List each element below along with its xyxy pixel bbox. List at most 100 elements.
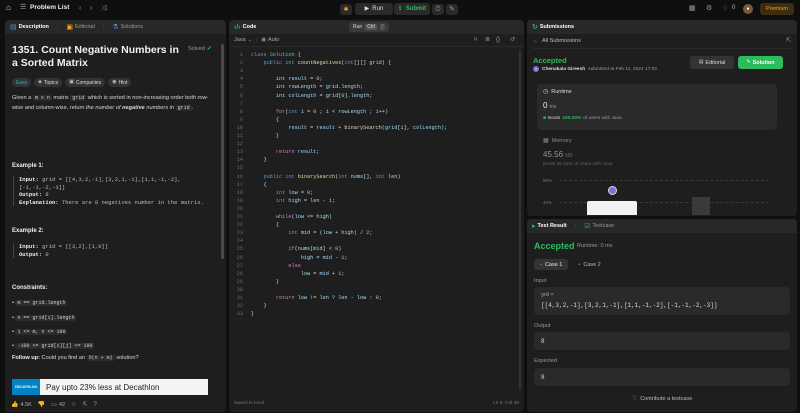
code-line[interactable]: 23 int mid = (low + high) / 2; (229, 229, 517, 237)
all-submissions-link[interactable]: ← All Submissions ⇱ (533, 38, 791, 49)
code-line[interactable]: 16 public int binarySearch(int nums[], i… (229, 173, 517, 181)
code-line[interactable]: 18 int low = 0; (229, 189, 517, 197)
comments-button[interactable]: ▭ 42 (51, 402, 65, 408)
problem-list-icon[interactable]: ☰ (20, 4, 26, 11)
tab-code[interactable]: ‹/› Code (234, 24, 256, 31)
code-panel: ‹/› Code Run Ctrl ' Java ⌄ | ▣ Auto ⌑ ≣ {} … (229, 20, 524, 412)
code-line[interactable]: 11 } (229, 132, 517, 140)
case-1-tab[interactable]: • Case 1 (534, 259, 569, 270)
code-line[interactable]: 14 } (229, 156, 517, 164)
code-line[interactable]: 20 (229, 205, 517, 213)
share-icon[interactable]: ⇱ (82, 402, 87, 408)
code-line[interactable]: 15 (229, 164, 517, 172)
tab-submissions[interactable]: ↻ Submissions (532, 24, 574, 31)
shuffle-icon[interactable]: ⤨ (101, 5, 107, 12)
code-token: ; (316, 108, 326, 115)
help-icon[interactable]: ? (94, 402, 97, 408)
companies-chip[interactable]: ▣ Companies (65, 78, 106, 87)
topics-chip[interactable]: ◈ Topics (34, 78, 63, 87)
like-button[interactable]: 👍 4.5K (11, 402, 32, 408)
auto-mode[interactable]: ▣ Auto (261, 37, 279, 43)
ad-banner[interactable]: DECATHLON Pay upto 23% less at Decathlon (12, 379, 208, 395)
code-line[interactable]: 17 { (229, 181, 517, 189)
code-line[interactable]: 21 while(low <= high) (229, 213, 517, 221)
code-line[interactable]: 29 } (229, 278, 517, 286)
problem-list-link[interactable]: Problem List (30, 4, 69, 11)
editorial-button[interactable]: ▤ Editorial (690, 56, 734, 69)
code-line[interactable]: 31 return low != len ? len - low : 0; (229, 294, 517, 302)
code-line[interactable]: 25 if(nums[mid] < 0) (229, 245, 517, 253)
code-line[interactable]: 12 (229, 140, 517, 148)
code-line[interactable]: 9 { (229, 116, 517, 124)
difficulty-badge[interactable]: Easy (12, 78, 32, 87)
code-line[interactable]: 5 int rowLength = grid.length; (229, 83, 517, 91)
thumbs-down-icon[interactable]: 👎 (38, 402, 45, 408)
code-line[interactable]: 24 (229, 237, 517, 245)
code-line[interactable]: 32 } (229, 302, 517, 310)
code-line[interactable]: 27 else (229, 262, 517, 270)
code-line[interactable]: 3 (229, 67, 517, 75)
code-editor[interactable]: 1 class Solution {2 public int countNegat… (229, 51, 519, 396)
code-line[interactable]: 26 high = mid - 1; (229, 254, 517, 262)
memory-card[interactable]: ▦ Memory 45.56 MB Beats 36.16% of users w… (537, 134, 777, 172)
code-line[interactable]: 22 { (229, 221, 517, 229)
timer-icon[interactable]: ⏱ (432, 4, 444, 15)
code-line[interactable]: 1 class Solution { (229, 51, 517, 59)
code-scrollbar[interactable] (519, 50, 521, 390)
tab-solutions[interactable]: ⚗ Solutions (112, 24, 143, 31)
tab-test-result[interactable]: ▸ Test Result (532, 223, 567, 230)
code-token: int (275, 84, 289, 91)
braces-icon[interactable]: {} (496, 37, 500, 43)
case-2-tab[interactable]: • Case 2 (572, 259, 606, 270)
bookmark-icon[interactable]: ⌑ (474, 37, 477, 43)
reset-icon[interactable]: ↺ (510, 37, 515, 43)
leetcode-logo-icon[interactable]: ⌂ (6, 4, 11, 12)
code-line[interactable]: 2 public int countNegatives(int[][] grid… (229, 59, 517, 67)
constraints-list: • m == grid.length • n == grid[i].length… (12, 300, 95, 357)
tab-description[interactable]: ▤ Description (10, 24, 49, 31)
code-line[interactable]: 33} (229, 310, 517, 318)
chart-bar-highlight[interactable] (587, 201, 637, 215)
settings-icon[interactable]: ⚙ (706, 5, 712, 12)
avatar[interactable]: ● (743, 4, 753, 14)
prev-problem-icon[interactable]: ‹ (79, 5, 81, 12)
edit-icon: ✎ (746, 59, 751, 65)
hint-chip[interactable]: ◉ Hint (108, 78, 132, 87)
submit-button[interactable]: ⇪ Submit (394, 3, 430, 15)
editorial-icon: ▣ (66, 23, 73, 31)
premium-button[interactable]: Premium (760, 3, 794, 15)
tab-testcase[interactable]: ☑ Testcase (584, 223, 614, 230)
description-scrollbar[interactable] (221, 44, 224, 259)
run-button[interactable]: ▶ Run (355, 3, 393, 15)
code-line[interactable]: 7 (229, 100, 517, 108)
runtime-card[interactable]: ◷ Runtime 0 ms ■ Beats 100.00% of users w… (537, 84, 777, 130)
debug-icon[interactable]: ✱ (340, 4, 352, 15)
code-line[interactable]: 4 int result = 0; (229, 75, 517, 83)
code-text: return low != len ? len - low : 0; (251, 294, 382, 302)
code-line[interactable]: 8 for(int i = 0 ; i < rowLength ; i++) (229, 108, 517, 116)
notification-icon[interactable]: ♢ (722, 5, 728, 12)
next-problem-icon[interactable]: › (90, 5, 92, 12)
code-line[interactable]: 6 int colLength = grid[0].length; (229, 92, 517, 100)
format-icon[interactable]: ≣ (485, 37, 490, 43)
solution-button[interactable]: ✎ Solution (738, 56, 783, 69)
external-link-icon[interactable]: ⇱ (786, 38, 791, 44)
code-text: int mid = (low + high) / 2; (251, 229, 372, 237)
layout-icon[interactable]: ▦ (689, 5, 696, 12)
code-line[interactable]: 19 int high = len - 1; (229, 197, 517, 205)
notes-icon[interactable]: ✎ (446, 4, 458, 15)
tab-editorial[interactable]: ▣ Editorial (66, 24, 95, 31)
code-token: grid (384, 124, 398, 131)
star-icon[interactable]: ☆ (71, 402, 76, 408)
code-line[interactable]: 30 (229, 286, 517, 294)
code-line[interactable]: 28 low = mid + 1; (229, 270, 517, 278)
code-line[interactable]: 10 result = result + binarySearch(grid[i… (229, 124, 517, 132)
contribute-testcase-button[interactable]: ♡ Contribute a testcase (527, 396, 797, 402)
language-select[interactable]: Java ⌄ (234, 37, 252, 43)
code-line[interactable]: 13 return result; (229, 148, 517, 156)
chart-bar[interactable] (692, 197, 710, 215)
code-token: - (331, 254, 342, 261)
code-token: len (388, 173, 398, 180)
